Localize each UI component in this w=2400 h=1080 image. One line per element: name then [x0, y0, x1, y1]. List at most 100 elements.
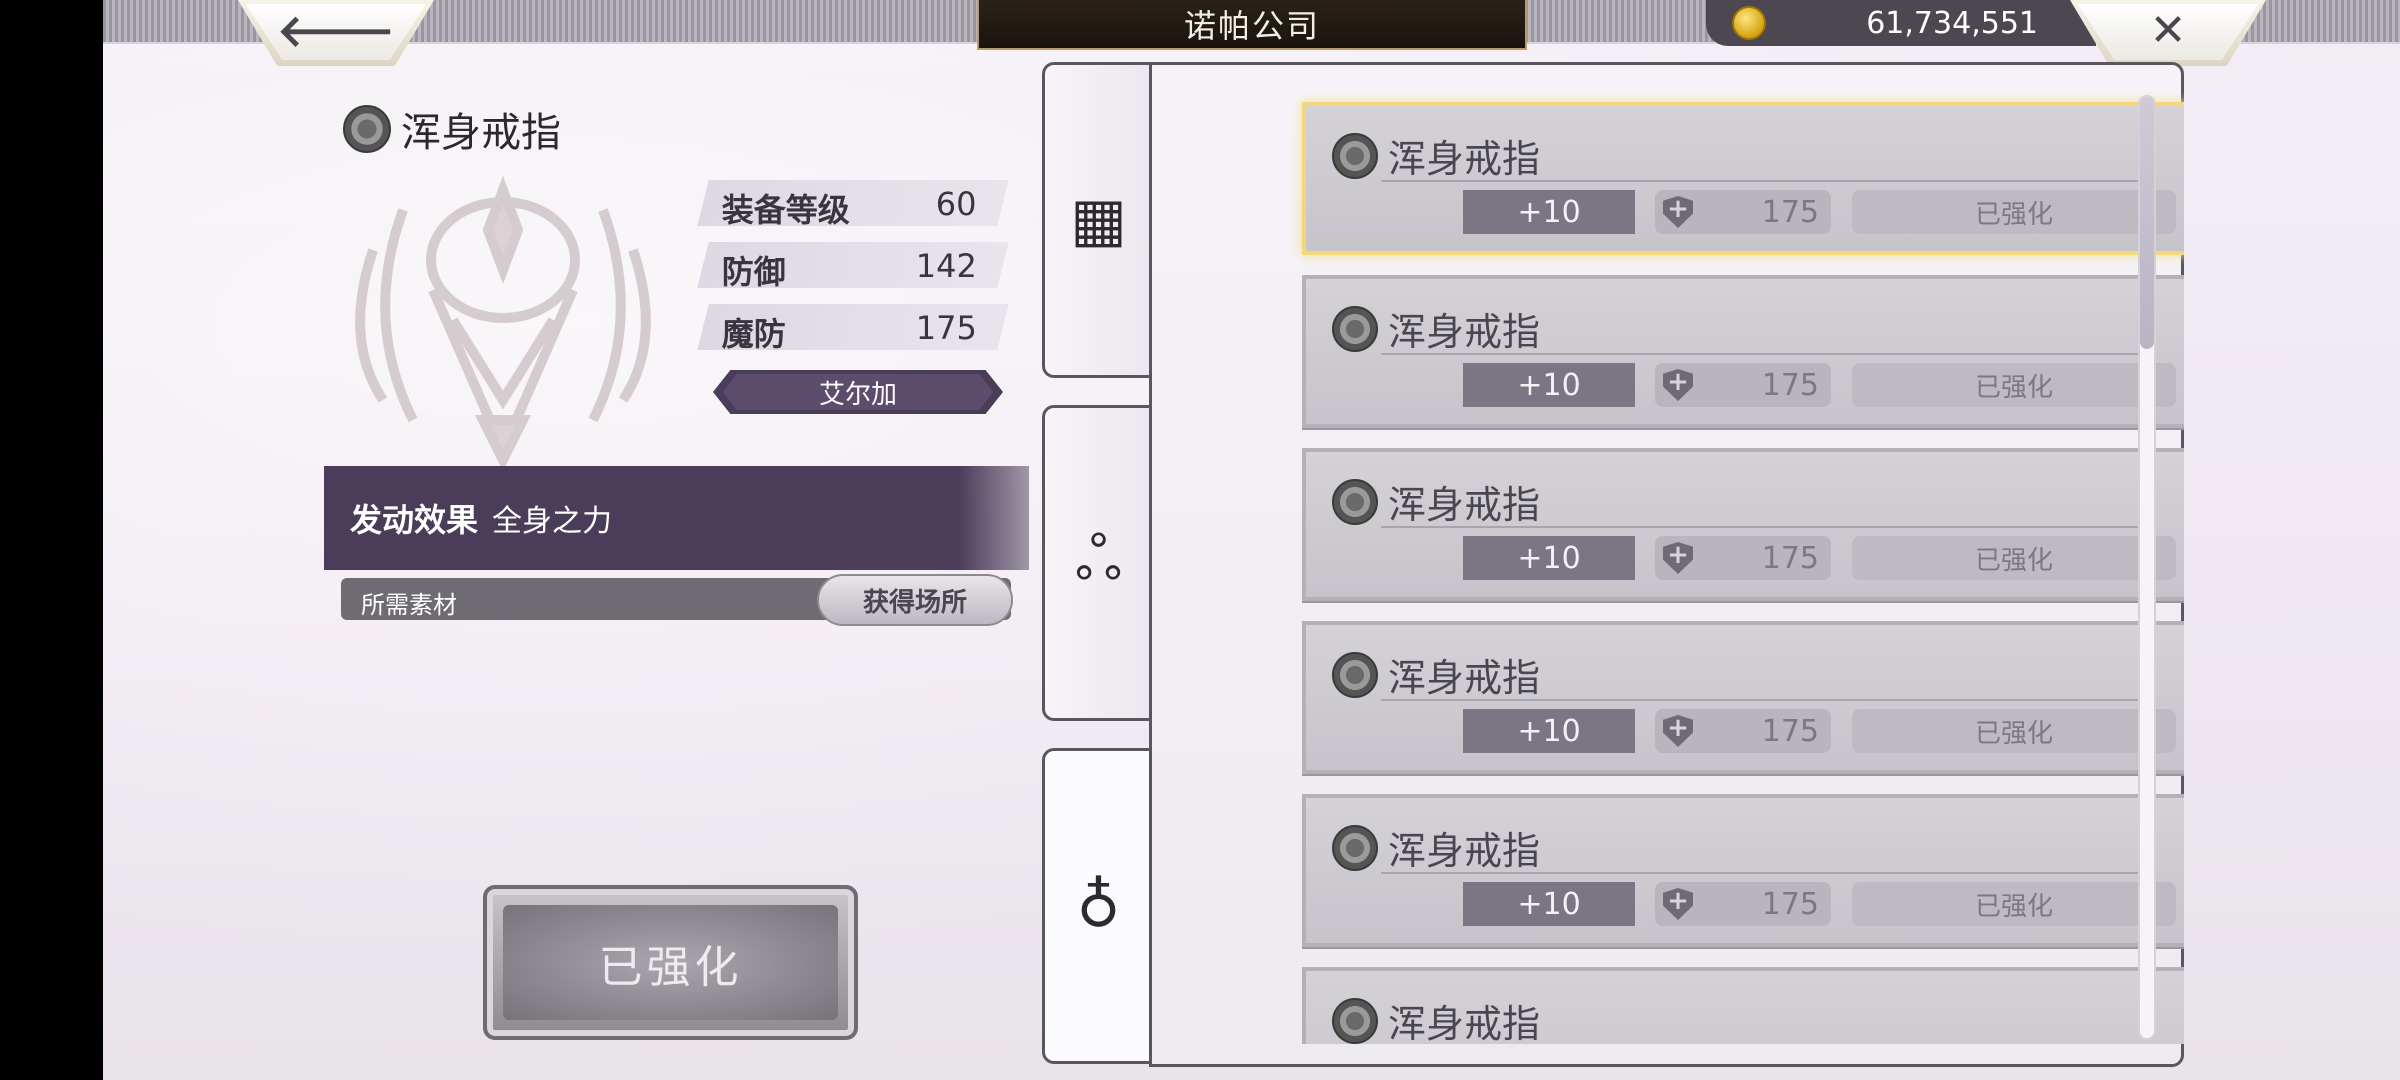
stat-row-defense: 防御 142 [697, 242, 1009, 291]
enhance-level-value: +10 [1517, 540, 1581, 576]
defense-stat: 175 [1655, 190, 1831, 234]
defense-value: 175 [1761, 887, 1819, 922]
page-title: 诺帕公司 [1183, 7, 1320, 45]
ring-icon [1332, 824, 1378, 871]
defense-value: 175 [1761, 195, 1819, 230]
currency-value: 61,734,551 [1866, 5, 2038, 41]
effect-label: 发动效果 [350, 501, 479, 539]
materials-label: 所需素材 [361, 591, 457, 619]
enhance-level-value: +10 [1517, 886, 1581, 922]
shield-icon [1663, 369, 1693, 401]
effect-value: 全身之力 [492, 504, 613, 539]
divider [1381, 699, 2147, 701]
obtain-location-label: 获得场所 [862, 587, 967, 618]
necklace-icon: ஃ [1074, 524, 1123, 594]
stat-row-level: 装备等级 60 [697, 180, 1009, 229]
ring-icon [1332, 997, 1378, 1044]
shield-icon [1663, 888, 1693, 920]
defense-stat: 175 [1655, 363, 1831, 407]
enhance-level: +10 [1463, 709, 1635, 753]
tab-bracelet[interactable]: ▦ [1042, 62, 1152, 378]
list-item[interactable]: 浑身戒指 +10 175 已强化 [1302, 621, 2184, 774]
enhanced-button-label: 已强化 [598, 941, 743, 993]
stat-row-magic-defense: 魔防 175 [697, 304, 1009, 353]
list-item[interactable]: 浑身戒指 +10 175 已强化 [1302, 448, 2184, 601]
game-screen: 🡐 诺帕公司 61,734,551 ✕ 浑身戒指 装备等级 60 防御 142 … [103, 0, 2400, 1080]
currency-display: 61,734,551 [1706, 0, 2096, 46]
defense-value: 175 [1761, 714, 1819, 749]
list-item-name: 浑身戒指 [1388, 310, 1541, 354]
close-button[interactable]: ✕ [2070, 0, 2266, 66]
status-badge: 已强化 [1852, 363, 2176, 407]
enhance-level-value: +10 [1517, 367, 1581, 403]
close-icon: ✕ [2149, 4, 2187, 56]
divider [1381, 872, 2147, 874]
stat-label: 防御 [721, 253, 786, 291]
effect-bar: 发动效果 全身之力 [324, 466, 1029, 570]
list-item[interactable]: 浑身戒指 [1302, 967, 2184, 1044]
enhance-level-value: +10 [1517, 194, 1581, 230]
stat-label: 魔防 [721, 315, 786, 353]
enhance-level: +10 [1463, 536, 1635, 580]
shield-icon [1663, 715, 1693, 747]
ring-icon: ♁ [1076, 871, 1121, 941]
list-item[interactable]: 浑身戒指 +10 175 已强化 [1302, 794, 2184, 947]
defense-stat: 175 [1655, 882, 1831, 926]
ring-icon [1332, 651, 1378, 698]
enhance-level: +10 [1463, 363, 1635, 407]
defense-stat: 175 [1655, 709, 1831, 753]
list-item-name: 浑身戒指 [1388, 137, 1541, 181]
status-badge: 已强化 [1852, 190, 2176, 234]
status-badge: 已强化 [1852, 709, 2176, 753]
status-text: 已强化 [1974, 199, 2053, 230]
item-list[interactable]: 浑身戒指+10175已强化浑身戒指+10175已强化浑身戒指+10175已强化浑… [1149, 62, 2184, 1044]
divider [1381, 526, 2147, 528]
list-item-name: 浑身戒指 [1388, 483, 1541, 527]
list-item-title: 浑身戒指 [1332, 301, 1540, 356]
list-item-name: 浑身戒指 [1388, 829, 1541, 873]
status-badge: 已强化 [1852, 536, 2176, 580]
item-title: 浑身戒指 [343, 100, 561, 158]
tab-necklace[interactable]: ஃ [1042, 405, 1152, 721]
obtain-location-button[interactable]: 获得场所 [817, 574, 1013, 626]
defense-stat: 175 [1655, 536, 1831, 580]
ring-icon [1332, 305, 1378, 352]
status-text: 已强化 [1974, 891, 2053, 922]
ring-icon [1332, 132, 1378, 179]
item-name: 浑身戒指 [401, 110, 561, 156]
character-tag: 艾尔加 [713, 370, 1003, 414]
list-item[interactable]: 浑身戒指 +10 175 已强化 [1302, 275, 2184, 428]
shield-icon [1663, 542, 1693, 574]
enhance-level: +10 [1463, 190, 1635, 234]
stat-value: 175 [915, 309, 977, 347]
list-item-title: 浑身戒指 [1332, 128, 1540, 183]
ring-icon [343, 105, 391, 153]
tab-ring[interactable]: ♁ [1042, 748, 1152, 1064]
page-title-plate: 诺帕公司 [977, 0, 1527, 50]
back-button[interactable]: 🡐 [238, 0, 434, 66]
defense-value: 175 [1761, 368, 1819, 403]
divider [1381, 180, 2147, 182]
status-badge: 已强化 [1852, 882, 2176, 926]
ring-artwork [355, 175, 651, 470]
ring-icon [1332, 478, 1378, 525]
defense-value: 175 [1761, 541, 1819, 576]
scrollbar-thumb[interactable] [2140, 97, 2154, 349]
enhance-level-value: +10 [1517, 713, 1581, 749]
status-text: 已强化 [1974, 718, 2053, 749]
list-item-title: 浑身戒指 [1332, 820, 1540, 875]
list-item-name: 浑身戒指 [1388, 1002, 1541, 1044]
enhanced-button[interactable]: 已强化 [483, 885, 858, 1040]
back-arrow-icon: 🡐 [277, 6, 395, 57]
bracelet-icon: ▦ [1070, 185, 1127, 255]
stat-label: 装备等级 [721, 191, 850, 229]
enhance-level: +10 [1463, 882, 1635, 926]
list-item-title: 浑身戒指 [1332, 474, 1540, 529]
list-item-name: 浑身戒指 [1388, 656, 1541, 700]
gold-coin-icon [1732, 6, 1766, 40]
character-name: 艾尔加 [818, 379, 897, 410]
status-text: 已强化 [1974, 545, 2053, 576]
status-text: 已强化 [1974, 372, 2053, 403]
list-item[interactable]: 浑身戒指 +10 175 已强化 [1302, 102, 2184, 255]
shield-icon [1663, 196, 1693, 228]
